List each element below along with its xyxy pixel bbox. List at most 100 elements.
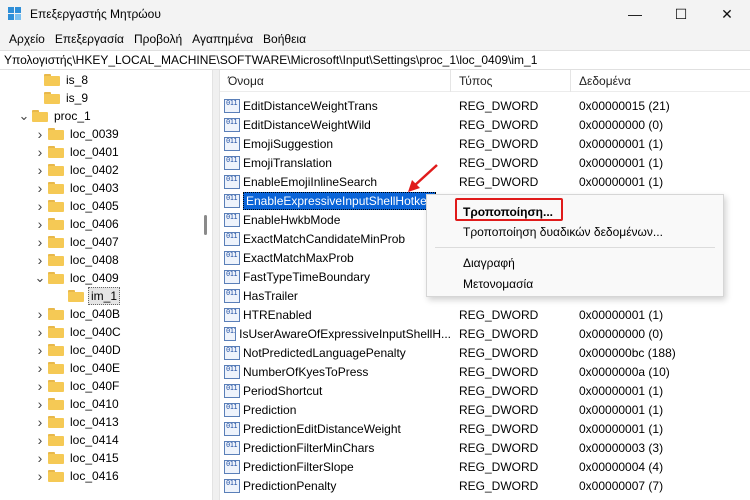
tree-item[interactable]: ⌄ proc_1	[18, 107, 93, 125]
dword-value-icon: 011 110	[224, 174, 240, 189]
value-row[interactable]: 011 110EditDistanceWeightWild REG_DWORD 0x…	[220, 115, 750, 134]
value-type: REG_DWORD	[459, 307, 539, 322]
tree-scrollbar-thumb[interactable]	[204, 215, 207, 235]
value-data: 0x00000007 (7)	[579, 478, 664, 493]
menu-file[interactable]: Αρχείο	[4, 32, 50, 46]
tree-item[interactable]: › loc_040B	[34, 305, 122, 323]
minimize-button[interactable]: —	[612, 0, 658, 28]
chevron-down-icon[interactable]: ⌄	[34, 269, 46, 287]
close-button[interactable]: ✕	[704, 0, 750, 28]
value-type: REG_DWORD	[459, 383, 539, 398]
tree-item[interactable]: › loc_0401	[34, 143, 121, 161]
folder-icon	[48, 146, 64, 158]
value-name-cell: 011 110EnableHwkbMode	[220, 212, 451, 227]
value-name-cell: 011 110IsUserAwareOfExpressiveInputShell…	[220, 326, 451, 341]
value-name-cell: 011 110PredictionPenalty	[220, 478, 451, 493]
value-row[interactable]: 011 110EditDistanceWeightTrans REG_DWORD 0…	[220, 96, 750, 115]
value-row[interactable]: 011 110PredictionEditDistanceWeight REG_D…	[220, 419, 750, 438]
dword-value-icon: 011 110	[224, 402, 240, 417]
tree-item[interactable]: › loc_040D	[34, 341, 123, 359]
key-tree-pane[interactable]: is_8 is_9 ⌄ proc_1 › loc_0039 › loc_0401 › loc_04…	[0, 70, 212, 500]
value-row[interactable]: 011 110PeriodShortcut REG_DWORD 0x00000001…	[220, 381, 750, 400]
tree-item[interactable]: im_1	[54, 287, 121, 305]
value-row[interactable]: 011 110HTREnabled REG_DWORD 0x00000001 (1)	[220, 305, 750, 324]
value-row[interactable]: 011 110PredictionFilterSlope REG_DWORD 0x0…	[220, 457, 750, 476]
chevron-right-icon[interactable]: ›	[34, 161, 46, 179]
value-name-cell: 011 110ExactMatchMaxProb	[220, 250, 451, 265]
value-name-cell: 011 110Prediction	[220, 402, 451, 417]
chevron-right-icon[interactable]: ›	[34, 341, 46, 359]
value-row[interactable]: 011 110NotPredictedLanguagePenalty REG_DW…	[220, 343, 750, 362]
chevron-right-icon[interactable]: ›	[34, 143, 46, 161]
tree-item[interactable]: › loc_0403	[34, 179, 121, 197]
value-row[interactable]: 011 110EmojiSuggestion REG_DWORD 0x0000000…	[220, 134, 750, 153]
value-row[interactable]: 011 110PredictionFilterMinChars REG_DWORD…	[220, 438, 750, 457]
chevron-right-icon[interactable]: ›	[34, 359, 46, 377]
value-type: REG_DWORD	[459, 326, 539, 341]
menu-edit[interactable]: Επεξεργασία	[50, 32, 129, 46]
tree-item[interactable]: › loc_0405	[34, 197, 121, 215]
address-bar[interactable]: Υπολογιστής\HKEY_LOCAL_MACHINE\SOFTWARE\…	[0, 50, 750, 70]
tree-item-label: loc_0408	[70, 253, 119, 267]
tree-item[interactable]: › loc_0407	[34, 233, 121, 251]
chevron-right-icon[interactable]: ›	[34, 323, 46, 341]
tree-item[interactable]: › loc_0413	[34, 413, 121, 431]
tree-item[interactable]: › loc_0415	[34, 449, 121, 467]
value-data: 0x00000015 (21)	[579, 98, 670, 113]
value-row[interactable]: 011 110IsUserAwareOfExpressiveInputShell…	[220, 324, 750, 343]
tree-item-label: loc_0416	[70, 469, 119, 483]
value-row[interactable]: 011 110EnableEmojiInlineSearch REG_DWORD 0…	[220, 172, 750, 191]
value-row[interactable]: 011 110EmojiTranslation REG_DWORD 0x000000…	[220, 153, 750, 172]
tree-item[interactable]: › loc_0402	[34, 161, 121, 179]
menu-bar: Αρχείο Επεξεργασία Προβολή Αγαπημένα Βοή…	[0, 28, 750, 50]
menu-help[interactable]: Βοήθεια	[258, 32, 311, 46]
context-modify-binary[interactable]: Τροποποίηση δυαδικών δεδομένων...	[463, 225, 663, 239]
chevron-right-icon[interactable]: ›	[34, 467, 46, 485]
value-row[interactable]: 011 110NumberOfKyesToPress REG_DWORD 0x000…	[220, 362, 750, 381]
chevron-right-icon[interactable]: ›	[34, 395, 46, 413]
tree-item[interactable]: is_8	[30, 71, 90, 89]
value-row[interactable]: 011 110PredictionPenalty REG_DWORD 0x00000…	[220, 476, 750, 495]
chevron-right-icon[interactable]: ›	[34, 179, 46, 197]
tree-item[interactable]: › loc_0414	[34, 431, 121, 449]
folder-icon	[48, 164, 64, 176]
menu-favorites[interactable]: Αγαπημένα	[187, 32, 258, 46]
value-type: REG_DWORD	[459, 345, 539, 360]
column-type[interactable]: Τύπος	[451, 70, 571, 92]
chevron-right-icon[interactable]: ›	[34, 233, 46, 251]
value-data: 0x00000003 (3)	[579, 440, 664, 455]
tree-item[interactable]: › loc_040C	[34, 323, 123, 341]
chevron-right-icon[interactable]: ›	[34, 215, 46, 233]
tree-item[interactable]: ⌄ loc_0409	[34, 269, 121, 287]
context-rename[interactable]: Μετονομασία	[463, 277, 533, 291]
chevron-down-icon[interactable]: ⌄	[18, 107, 30, 125]
tree-item[interactable]: › loc_040E	[34, 359, 122, 377]
chevron-right-icon[interactable]: ›	[34, 251, 46, 269]
value-type: REG_DWORD	[459, 440, 539, 455]
chevron-right-icon[interactable]: ›	[34, 413, 46, 431]
tree-item-label: is_9	[66, 91, 89, 105]
tree-item[interactable]: › loc_0406	[34, 215, 121, 233]
column-name[interactable]: Όνομα	[220, 70, 451, 92]
menu-view[interactable]: Προβολή	[129, 32, 187, 46]
chevron-right-icon[interactable]: ›	[34, 449, 46, 467]
chevron-right-icon[interactable]: ›	[34, 431, 46, 449]
value-row[interactable]: 011 110Prediction REG_DWORD 0x00000001 (1)	[220, 400, 750, 419]
tree-item[interactable]: is_9	[30, 89, 90, 107]
dword-value-icon: 011 110	[224, 117, 240, 132]
highlight-box	[455, 198, 563, 221]
pane-splitter[interactable]	[212, 70, 220, 500]
chevron-right-icon[interactable]: ›	[34, 305, 46, 323]
tree-item[interactable]: › loc_0408	[34, 251, 121, 269]
maximize-button[interactable]: ☐	[658, 0, 704, 28]
tree-item[interactable]: › loc_0410	[34, 395, 121, 413]
column-data[interactable]: Δεδομένα	[571, 70, 750, 92]
context-delete[interactable]: Διαγραφή	[463, 256, 515, 270]
tree-item[interactable]: › loc_0416	[34, 467, 121, 485]
chevron-right-icon[interactable]: ›	[34, 377, 46, 395]
tree-item[interactable]: › loc_0039	[34, 125, 121, 143]
chevron-right-icon[interactable]: ›	[34, 125, 46, 143]
chevron-right-icon[interactable]: ›	[34, 197, 46, 215]
tree-item[interactable]: › loc_040F	[34, 377, 121, 395]
value-name-cell: 011 110EmojiSuggestion	[220, 136, 451, 151]
